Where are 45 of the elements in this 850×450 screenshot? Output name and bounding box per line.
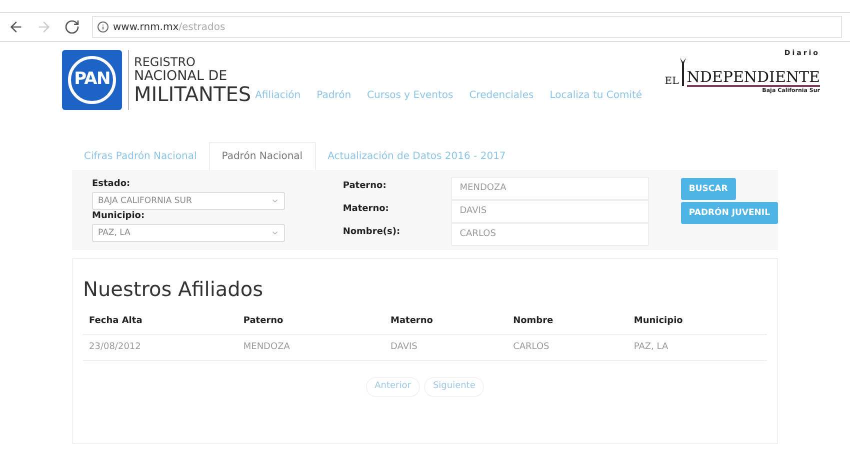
- logo-text: NDEPENDIENTE: [686, 70, 820, 87]
- tab[interactable]: Cifras Padrón Nacional: [72, 142, 209, 170]
- logo-text-line: MILITANTES: [134, 84, 252, 104]
- table-cell-text: CARLOS: [513, 340, 550, 354]
- back-icon[interactable]: [8, 19, 24, 35]
- column-header: Paterno: [243, 314, 284, 328]
- select-field[interactable]: PAZ, LA: [92, 224, 285, 242]
- column-header: Fecha Alta: [89, 314, 144, 328]
- nav-link[interactable]: Cursos y Eventos: [367, 88, 454, 103]
- table-cell-text: PAZ, LA: [634, 340, 670, 354]
- column-header: Materno: [390, 314, 434, 328]
- select-field[interactable]: BAJA CALIFORNIA SUR: [92, 192, 285, 210]
- nav-link[interactable]: Afiliación: [255, 88, 301, 103]
- pager-button[interactable]: Anterior: [366, 377, 420, 397]
- field-label: Materno:: [342, 203, 390, 215]
- info-icon: [97, 21, 109, 33]
- field-label: Estado:: [92, 178, 132, 190]
- column-header: Municipio: [634, 314, 684, 328]
- table-cell-text: DAVIS: [390, 340, 418, 354]
- pager-button[interactable]: Siguiente: [424, 377, 484, 397]
- logo-text: EL: [664, 77, 679, 87]
- reload-icon[interactable]: [64, 19, 80, 35]
- tab[interactable]: Padrón Nacional: [208, 142, 316, 170]
- field-label: Nombre(s):: [342, 226, 402, 238]
- logo-text-line: REGISTRO: [134, 56, 196, 68]
- nav-link[interactable]: Padrón: [316, 88, 352, 103]
- logo-text-line: NACIONAL DE: [134, 70, 228, 84]
- caret-icon: [270, 229, 279, 237]
- table-cell-text: 23/08/2012: [89, 340, 142, 354]
- table-cell-text: MENDOZA: [243, 340, 291, 354]
- caret-icon: [270, 197, 279, 205]
- input-field[interactable]: MENDOZA: [450, 177, 649, 200]
- column-header: Nombre: [513, 314, 554, 328]
- field-label: Municipio:: [92, 210, 146, 222]
- input-field[interactable]: CARLOS: [450, 223, 649, 246]
- nav-link[interactable]: Credenciales: [469, 88, 534, 103]
- input-field[interactable]: DAVIS: [450, 200, 649, 223]
- field-label: Paterno:: [342, 180, 388, 192]
- search-button[interactable]: BUSCAR: [680, 178, 736, 200]
- nav-link[interactable]: Localiza tu Comité: [550, 88, 642, 103]
- address-bar[interactable]: www.rnm.mx/estrados: [92, 16, 842, 38]
- search-button[interactable]: PADRÓN JUVENIL: [680, 202, 778, 224]
- section-title: Nuestros Afiliados: [83, 277, 264, 301]
- tab[interactable]: Actualización de Datos 2016 - 2017: [316, 142, 518, 170]
- pan-logo: PAN: [62, 50, 122, 110]
